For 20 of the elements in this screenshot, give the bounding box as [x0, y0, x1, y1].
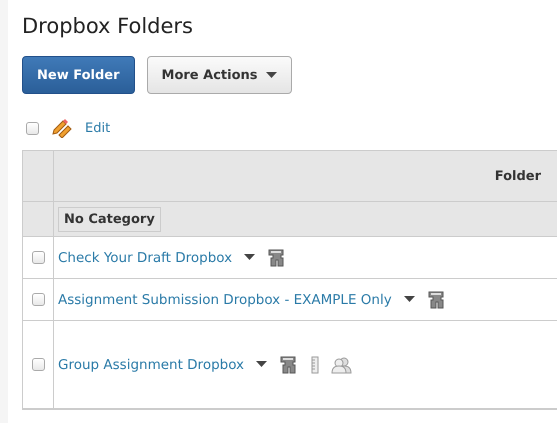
page-title: Dropbox Folders: [22, 14, 194, 38]
folder-link[interactable]: Group Assignment Dropbox: [58, 356, 244, 372]
pencils-icon[interactable]: [51, 118, 73, 138]
checkbox[interactable]: [26, 122, 39, 134]
more-actions-button[interactable]: More Actions: [146, 56, 292, 94]
edit-link[interactable]: Edit: [85, 120, 110, 136]
caret-icon[interactable]: [244, 254, 256, 261]
caret-icon[interactable]: [404, 296, 415, 303]
folder-link[interactable]: Assignment Submission Dropbox - EXAMPLE Only: [58, 292, 392, 308]
caret-icon[interactable]: [266, 72, 276, 78]
ruler-icon[interactable]: [311, 356, 320, 374]
category-label: No Category: [58, 206, 161, 232]
new-folder-button[interactable]: New Folder: [22, 56, 135, 94]
checkbox[interactable]: [32, 358, 44, 371]
checkbox[interactable]: [32, 293, 44, 306]
checkbox[interactable]: [32, 251, 44, 264]
column-header[interactable]: Folder: [54, 151, 557, 202]
folder-link[interactable]: Check Your Draft Dropbox: [58, 250, 232, 266]
caret-icon[interactable]: [256, 361, 268, 368]
people-icon[interactable]: [331, 356, 354, 374]
